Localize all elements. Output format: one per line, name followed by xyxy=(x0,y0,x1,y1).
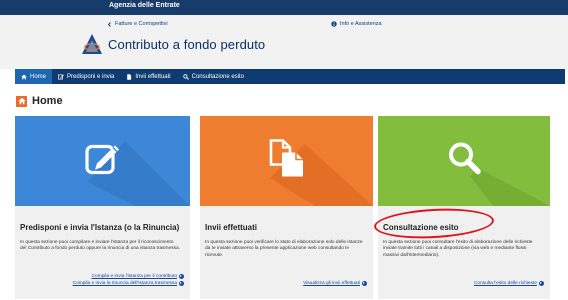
link-visualizza-invii-label: Visualizza gli invii effettuati xyxy=(303,281,360,286)
card-consultazione-description: In questa sezione puoi consultare l'esit… xyxy=(383,240,533,258)
nav-item-invii[interactable]: Invii effettuati xyxy=(120,69,176,84)
home-icon xyxy=(16,95,27,107)
card-predisponi-description: In questa sezione puoi compilare e invia… xyxy=(20,240,180,252)
edit-icon xyxy=(58,74,64,79)
main-nav: Home Predisponi e invia Invii effettuati… xyxy=(15,69,565,84)
card-consultazione-links: Consulta l'esito delle richieste xyxy=(474,280,544,287)
info-assistenza-label: Info e Assistenza xyxy=(340,21,382,27)
card-predisponi-title: Predisponi e invia l'Istanza (o la Rinun… xyxy=(20,223,180,232)
card-invii-title: Invii effettuati xyxy=(205,223,258,232)
card-invii: Invii effettuati In questa sezione puoi … xyxy=(200,116,373,299)
link-consulta-esito[interactable]: Consulta l'esito delle richieste xyxy=(474,280,544,287)
files-icon xyxy=(266,138,308,185)
chevron-left-icon xyxy=(107,21,111,27)
arrow-right-icon xyxy=(179,281,184,286)
card-invii-description: In questa sezione puoi verificare lo sta… xyxy=(205,240,363,258)
agency-name: Agenzia delle Entrate xyxy=(109,2,180,9)
search-icon xyxy=(182,73,189,80)
arrow-right-icon xyxy=(362,281,367,286)
nav-item-invii-label: Invii effettuati xyxy=(135,73,171,80)
nav-item-consultazione-label: Consultazione esito xyxy=(191,73,245,80)
search-icon xyxy=(444,139,484,184)
page-title-text: Home xyxy=(32,95,63,107)
top-bar: Agenzia delle Entrate xyxy=(0,0,568,15)
header: Fatture e Corrispettivi Info e Assistenz… xyxy=(0,15,568,69)
link-compila-istanza[interactable]: Compila e invia l'istanza per il contrib… xyxy=(73,273,184,280)
arrow-right-icon xyxy=(539,281,544,286)
link-consulta-esito-label: Consulta l'esito delle richieste xyxy=(473,281,537,286)
info-assistenza-link[interactable]: Info e Assistenza xyxy=(331,21,382,27)
card-consultazione-title: Consultazione esito xyxy=(383,223,459,232)
link-compila-rinuncia-label: Compila e invia la rinuncia dell'istanza… xyxy=(72,281,177,286)
link-visualizza-invii[interactable]: Visualizza gli invii effettuati xyxy=(303,280,367,287)
page-title: Home xyxy=(16,95,63,107)
fatture-link[interactable]: Fatture e Corrispettivi xyxy=(107,21,168,27)
card-consultazione-banner[interactable] xyxy=(378,116,550,206)
arrow-right-icon xyxy=(179,274,184,279)
nav-item-predisponi-label: Predisponi e invia xyxy=(67,73,115,80)
card-invii-banner[interactable] xyxy=(200,116,373,206)
info-icon xyxy=(331,21,337,27)
card-predisponi: Predisponi e invia l'Istanza (o la Rinun… xyxy=(15,116,190,299)
card-invii-links: Visualizza gli invii effettuati xyxy=(303,280,367,287)
home-icon xyxy=(21,74,27,79)
nav-item-home[interactable]: Home xyxy=(15,69,53,84)
nav-item-consultazione[interactable]: Consultazione esito xyxy=(177,69,250,84)
card-predisponi-links: Compila e invia l'istanza per il contrib… xyxy=(73,273,184,287)
link-compila-istanza-label: Compila e invia l'istanza per il contrib… xyxy=(91,274,177,279)
fatture-link-label: Fatture e Corrispettivi xyxy=(115,21,168,27)
app-title: Contributo a fondo perduto xyxy=(108,37,266,52)
link-compila-rinuncia[interactable]: Compila e invia la rinuncia dell'istanza… xyxy=(73,280,184,287)
nav-item-home-label: Home xyxy=(30,73,47,80)
card-predisponi-banner[interactable] xyxy=(15,116,190,206)
edit-icon xyxy=(83,139,123,184)
file-icon xyxy=(127,73,132,80)
nav-item-predisponi[interactable]: Predisponi e invia xyxy=(52,69,120,84)
card-consultazione: Consultazione esito In questa sezione pu… xyxy=(378,116,550,299)
agenzia-logo xyxy=(82,34,102,54)
